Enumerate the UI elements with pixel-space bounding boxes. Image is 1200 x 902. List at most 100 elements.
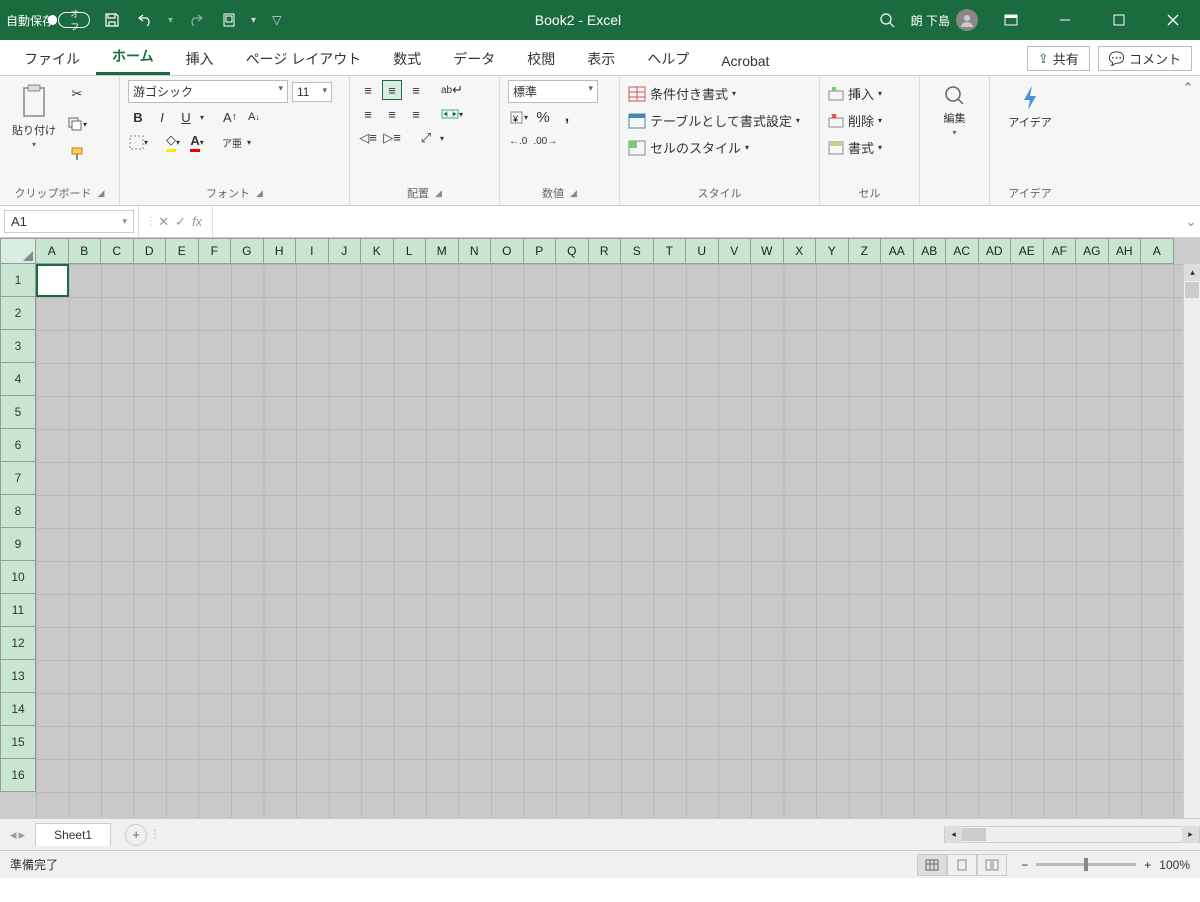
row-header[interactable]: 6 [0, 429, 36, 462]
bold-icon[interactable]: B [128, 107, 148, 127]
tab-insert[interactable]: 挿入 [170, 43, 230, 75]
row-header[interactable]: 14 [0, 693, 36, 726]
horizontal-scrollbar[interactable]: ◂ ▸ [944, 826, 1200, 843]
orientation-icon[interactable]: ⤢ [416, 128, 436, 148]
select-all-button[interactable] [0, 238, 36, 264]
decrease-decimal-icon[interactable]: .00→ [532, 131, 558, 151]
row-header[interactable]: 13 [0, 660, 36, 693]
zoom-in-icon[interactable]: + [1144, 858, 1151, 872]
comma-icon[interactable]: , [557, 107, 577, 127]
align-left-icon[interactable]: ≡ [358, 104, 378, 124]
align-top-icon[interactable]: ≡ [358, 80, 378, 100]
scroll-right-icon[interactable]: ▸ [1182, 826, 1199, 843]
column-header[interactable]: N [459, 238, 492, 264]
touch-mode-icon[interactable] [217, 8, 241, 32]
tab-file[interactable]: ファイル [8, 43, 96, 75]
tab-acrobat[interactable]: Acrobat [705, 47, 785, 75]
row-header[interactable]: 2 [0, 297, 36, 330]
align-bottom-icon[interactable]: ≡ [406, 80, 426, 100]
insert-cells-button[interactable]: 挿入▾ [828, 84, 882, 103]
font-color-icon[interactable]: A▾ [187, 132, 207, 153]
page-layout-view-icon[interactable] [947, 854, 977, 876]
row-header[interactable]: 5 [0, 396, 36, 429]
underline-icon[interactable]: U [176, 107, 196, 127]
share-button[interactable]: ⇪共有 [1027, 46, 1090, 71]
tab-home[interactable]: ホーム [96, 40, 170, 75]
column-header[interactable]: O [491, 238, 524, 264]
row-header[interactable]: 4 [0, 363, 36, 396]
increase-decimal-icon[interactable]: ←.0 [508, 131, 528, 151]
align-middle-icon[interactable]: ≡ [382, 80, 402, 100]
column-header[interactable]: AE [1011, 238, 1044, 264]
column-header[interactable]: C [101, 238, 134, 264]
font-name-select[interactable]: 游ゴシック▾ [128, 80, 288, 103]
row-header[interactable]: 11 [0, 594, 36, 627]
ribbon-display-icon[interactable] [990, 6, 1032, 34]
formula-input[interactable] [213, 210, 1182, 233]
column-header[interactable]: AG [1076, 238, 1109, 264]
scroll-left-icon[interactable]: ◂ [945, 826, 962, 843]
column-header[interactable]: M [426, 238, 459, 264]
splitter-icon[interactable]: ⫶ [147, 827, 163, 843]
paste-button[interactable]: 貼り付け ▾ [8, 80, 60, 153]
cell-styles-button[interactable]: セルのスタイル▾ [628, 138, 749, 157]
decrease-font-icon[interactable]: A↓ [244, 107, 264, 127]
maximize-icon[interactable] [1098, 6, 1140, 34]
tab-formulas[interactable]: 数式 [377, 43, 437, 75]
dialog-launcher-icon[interactable]: ◢ [570, 188, 577, 199]
column-header[interactable]: AB [914, 238, 947, 264]
fill-color-icon[interactable]: ◇▾ [163, 131, 183, 153]
column-header[interactable]: Z [849, 238, 882, 264]
name-box[interactable]: A1▾ [4, 210, 134, 233]
column-header[interactable]: U [686, 238, 719, 264]
column-header[interactable]: AD [979, 238, 1012, 264]
fx-icon[interactable]: fx [192, 214, 202, 229]
increase-font-icon[interactable]: A↑ [220, 107, 240, 127]
italic-icon[interactable]: I [152, 107, 172, 127]
column-header[interactable]: T [654, 238, 687, 264]
column-header[interactable]: J [329, 238, 362, 264]
column-header[interactable]: AA [881, 238, 914, 264]
column-header[interactable]: Y [816, 238, 849, 264]
row-header[interactable]: 8 [0, 495, 36, 528]
user-account[interactable]: 朗 下島 [911, 9, 978, 31]
editing-button[interactable]: 編集 ▾ [939, 80, 971, 141]
column-header[interactable]: L [394, 238, 427, 264]
column-header[interactable]: A [1141, 238, 1174, 264]
row-header[interactable]: 16 [0, 759, 36, 792]
enter-icon[interactable]: ✓ [175, 214, 186, 230]
expand-formula-bar-icon[interactable]: ⌄ [1182, 214, 1200, 230]
number-format-select[interactable]: 標準▾ [508, 80, 598, 103]
align-right-icon[interactable]: ≡ [406, 104, 426, 124]
font-size-select[interactable]: 11▾ [292, 82, 332, 102]
add-sheet-icon[interactable]: + [125, 824, 147, 846]
tab-data[interactable]: データ [437, 43, 511, 75]
undo-icon[interactable] [134, 8, 158, 32]
ideas-button[interactable]: アイデア [1004, 80, 1055, 134]
minimize-icon[interactable] [1044, 6, 1086, 34]
tab-page-layout[interactable]: ページ レイアウト [230, 43, 378, 75]
dialog-launcher-icon[interactable]: ◢ [256, 188, 263, 199]
borders-icon[interactable]: ▾ [128, 132, 149, 152]
column-header[interactable]: R [589, 238, 622, 264]
zoom-level[interactable]: 100% [1159, 858, 1190, 872]
column-header[interactable]: I [296, 238, 329, 264]
redo-icon[interactable] [183, 8, 207, 32]
sheet-next-icon[interactable]: ▸ [19, 827, 26, 843]
column-header[interactable]: E [166, 238, 199, 264]
dialog-launcher-icon[interactable]: ◢ [98, 188, 105, 199]
copy-icon[interactable]: ▾ [66, 114, 88, 134]
row-header[interactable]: 10 [0, 561, 36, 594]
row-header[interactable]: 7 [0, 462, 36, 495]
phonetic-icon[interactable]: ア亜 [221, 132, 243, 152]
column-header[interactable]: AC [946, 238, 979, 264]
wrap-text-icon[interactable]: ab↵ [440, 80, 464, 100]
column-header[interactable]: V [719, 238, 752, 264]
row-header[interactable]: 9 [0, 528, 36, 561]
percent-icon[interactable]: % [533, 107, 553, 127]
column-header[interactable]: A [36, 238, 69, 264]
column-header[interactable]: B [69, 238, 102, 264]
sheet-prev-icon[interactable]: ◂ [10, 827, 17, 843]
sheet-tab[interactable]: Sheet1 [35, 823, 111, 846]
vertical-scrollbar[interactable]: ▴ [1183, 264, 1200, 818]
